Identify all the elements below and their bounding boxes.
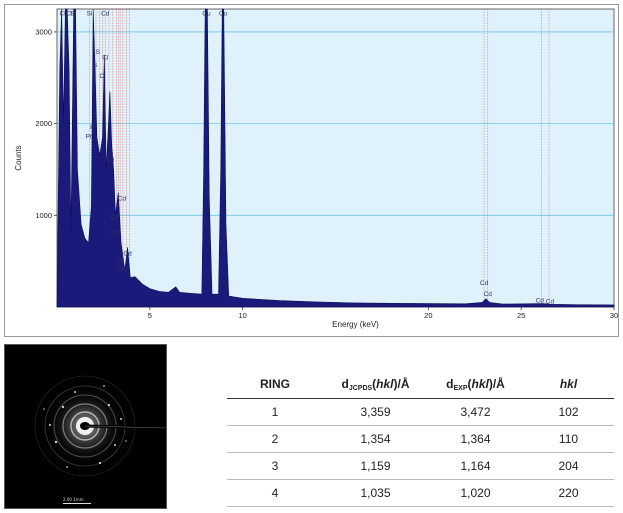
y-tick-label: 1000 bbox=[35, 211, 52, 220]
cell-ring: 2 bbox=[227, 425, 323, 453]
scale-bar bbox=[63, 503, 91, 504]
scale-bar-label: 2.00 1/nm bbox=[63, 497, 84, 502]
y-axis-title: Counts bbox=[14, 145, 23, 170]
plot-background bbox=[56, 8, 615, 308]
table-row: 4 1,035 1,020 220 bbox=[227, 479, 614, 507]
cell-d-jcpds: 1,354 bbox=[323, 425, 428, 453]
x-tick-label: 20 bbox=[424, 311, 432, 320]
y-tick-label: 2000 bbox=[35, 119, 52, 128]
table-row: 3 1,159 1,164 204 bbox=[227, 452, 614, 480]
peak-label: Cd bbox=[106, 157, 115, 164]
cell-hkl: 204 bbox=[523, 452, 614, 480]
peak-label: Cd bbox=[117, 265, 126, 272]
header-hkl: hkl bbox=[523, 370, 614, 399]
peak-label: Cl bbox=[102, 54, 109, 61]
table-header-row: RING dJCPDS(hkl)/Å dEXP(hkl)/Å hkl bbox=[227, 370, 614, 399]
peak-label: Cd bbox=[116, 258, 125, 265]
x-tick-label: 30 bbox=[610, 311, 618, 320]
peak-label: S bbox=[96, 49, 101, 56]
y-tick-label: 3000 bbox=[35, 27, 52, 36]
peak-label: Cd bbox=[536, 297, 545, 304]
peak-label: Cd bbox=[480, 280, 489, 287]
peak-label: Cd bbox=[484, 291, 493, 298]
cell-d-exp: 1,020 bbox=[428, 479, 523, 507]
diffraction-ring-table: RING dJCPDS(hkl)/Å dEXP(hkl)/Å hkl 1 3,3… bbox=[227, 370, 614, 507]
peak-label: Cl bbox=[99, 73, 106, 80]
cell-hkl: 220 bbox=[523, 479, 614, 507]
peak-label: Cu bbox=[219, 10, 228, 17]
cell-d-jcpds: 1,035 bbox=[323, 479, 428, 507]
x-tick-label: 10 bbox=[238, 311, 246, 320]
cell-d-jcpds: 3,359 bbox=[323, 398, 428, 426]
peak-label: S bbox=[93, 62, 98, 69]
peak-label: Cd bbox=[123, 251, 132, 258]
peak-label: Cd bbox=[546, 298, 555, 305]
peak-label: Si bbox=[87, 10, 93, 17]
cell-d-exp: 1,364 bbox=[428, 425, 523, 453]
header-ring: RING bbox=[227, 370, 323, 399]
x-tick-label: 5 bbox=[148, 311, 152, 320]
eds-spectrum-chart: Cl ClSi Si CdSSClClPPtCdCdCdCdCdCdCdCu CuCdC… bbox=[14, 8, 618, 329]
peak-label: Si bbox=[70, 10, 76, 17]
peak-label: Cd bbox=[118, 196, 127, 203]
peak-label: P bbox=[90, 124, 94, 131]
cell-hkl: 110 bbox=[523, 425, 614, 453]
peak-label: Cd bbox=[110, 214, 119, 221]
cell-d-exp: 1,164 bbox=[428, 452, 523, 480]
cell-ring: 3 bbox=[227, 452, 323, 480]
table-row: 1 3,359 3,472 102 bbox=[227, 398, 614, 426]
diffraction-pattern bbox=[34, 375, 166, 477]
peak-label: Cd bbox=[101, 10, 110, 17]
cell-hkl: 102 bbox=[523, 398, 614, 426]
table-row: 2 1,354 1,364 110 bbox=[227, 425, 614, 453]
cell-d-jcpds: 1,159 bbox=[323, 452, 428, 480]
eds-spectrum-panel: Cl Cl Si Si Cd S S Cl Cl P Pt Cd Cd Cd Cd Cd Cd Cd Cu Cu Cd C… bbox=[4, 4, 619, 337]
peak-label: Cd bbox=[110, 230, 119, 237]
cell-ring: 4 bbox=[227, 479, 323, 507]
peak-label: Pt bbox=[85, 133, 91, 140]
saed-diffraction-image: 2.00 1/nm bbox=[4, 344, 167, 509]
peak-label: Cu bbox=[202, 10, 211, 17]
cell-ring: 1 bbox=[227, 398, 323, 426]
x-tick-label: 25 bbox=[517, 311, 525, 320]
cell-d-exp: 3,472 bbox=[428, 398, 523, 426]
header-d-jcpds: dJCPDS(hkl)/Å bbox=[323, 370, 428, 399]
x-axis-title: Energy (keV) bbox=[332, 320, 379, 329]
header-d-exp: dEXP(hkl)/Å bbox=[428, 370, 523, 399]
